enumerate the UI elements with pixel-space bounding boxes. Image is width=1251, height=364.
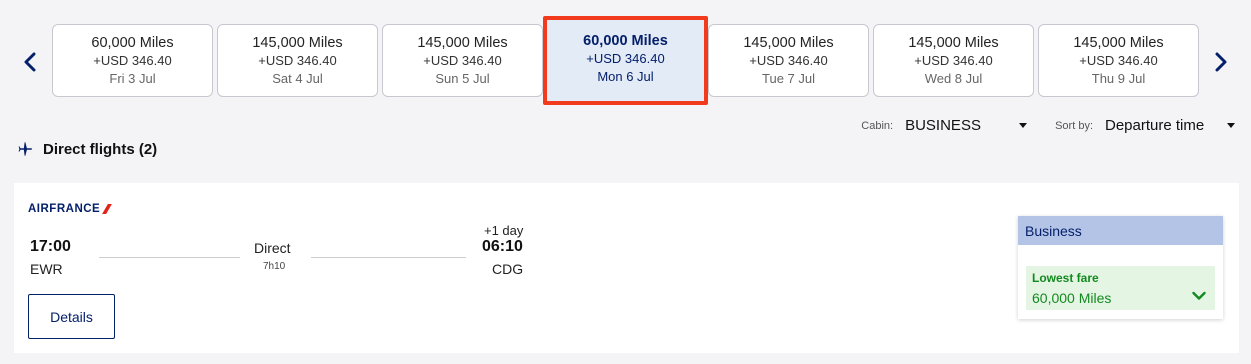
- details-button[interactable]: Details: [28, 294, 115, 339]
- date-card-wed-8-jul[interactable]: 145,000 Miles +USD 346.40 Wed 8 Jul: [873, 24, 1034, 97]
- date-label: Mon 6 Jul: [597, 69, 654, 84]
- route-line: [99, 257, 240, 258]
- chevron-right-icon: [1215, 52, 1227, 72]
- fare-panel: Business Lowest fare 60,000 Miles: [1018, 216, 1223, 319]
- route-line: [311, 257, 466, 258]
- fare-value: 60,000 Miles: [1032, 290, 1112, 306]
- date-card-fri-3-jul[interactable]: 60,000 Miles +USD 346.40 Fri 3 Jul: [52, 24, 213, 97]
- date-card-sat-4-jul[interactable]: 145,000 Miles +USD 346.40 Sat 4 Jul: [217, 24, 378, 97]
- previous-dates-button[interactable]: [20, 48, 40, 76]
- date-card-thu-9-jul[interactable]: 145,000 Miles +USD 346.40 Thu 9 Jul: [1038, 24, 1199, 97]
- date-miles: 145,000 Miles: [252, 35, 343, 51]
- section-title: Direct flights (2): [43, 140, 158, 158]
- fare-cabin-header: Business: [1018, 216, 1223, 245]
- date-label: Sat 4 Jul: [272, 71, 323, 86]
- date-miles: 145,000 Miles: [743, 35, 834, 51]
- date-label: Tue 7 Jul: [762, 71, 815, 86]
- chevron-left-icon: [24, 52, 36, 72]
- date-card-sun-5-jul[interactable]: 145,000 Miles +USD 346.40 Sun 5 Jul: [382, 24, 543, 97]
- date-usd: +USD 346.40: [914, 53, 993, 68]
- date-miles: 145,000 Miles: [417, 35, 508, 51]
- cabin-select[interactable]: BUSINESS: [905, 117, 1028, 134]
- date-usd: +USD 346.40: [749, 53, 828, 68]
- cabin-value: BUSINESS: [905, 117, 981, 134]
- caret-down-icon: [1227, 123, 1235, 128]
- airline-name: AIRFRANCE: [28, 203, 101, 215]
- date-selector: 60,000 Miles +USD 346.40 Fri 3 Jul 145,0…: [52, 16, 1199, 105]
- date-miles: 60,000 Miles: [583, 33, 668, 49]
- airline-logo: AIRFRANCE: [28, 203, 113, 215]
- arrival-airport: CDG: [492, 261, 524, 277]
- date-label: Sun 5 Jul: [435, 71, 490, 86]
- departure-airport: EWR: [30, 261, 63, 277]
- sort-value: Departure time: [1105, 117, 1205, 134]
- lowest-fare-option[interactable]: Lowest fare 60,000 Miles: [1026, 266, 1215, 310]
- date-usd: +USD 346.40: [423, 53, 502, 68]
- next-dates-button[interactable]: [1211, 48, 1231, 76]
- sort-select[interactable]: Departure time: [1105, 117, 1235, 134]
- caret-down-icon: [1019, 123, 1028, 128]
- date-usd: +USD 346.40: [93, 53, 172, 68]
- cabin-label: Cabin:: [861, 119, 894, 132]
- next-day-indicator: +1 day: [484, 223, 524, 238]
- date-label: Thu 9 Jul: [1091, 71, 1146, 86]
- stops-label: Direct: [254, 240, 291, 256]
- chevron-down-icon: [1192, 291, 1206, 300]
- date-usd: +USD 346.40: [258, 53, 337, 68]
- date-miles: 145,000 Miles: [1073, 35, 1164, 51]
- flight-card: AIRFRANCE 17:00 EWR Direct 7h10 +1 day 0…: [14, 183, 1239, 353]
- date-miles: 60,000 Miles: [91, 35, 174, 51]
- date-card-tue-7-jul[interactable]: 145,000 Miles +USD 346.40 Tue 7 Jul: [708, 24, 869, 97]
- date-label: Wed 8 Jul: [924, 71, 983, 86]
- sort-label: Sort by:: [1055, 119, 1093, 132]
- date-miles: 145,000 Miles: [908, 35, 999, 51]
- filter-bar: Cabin: BUSINESS Sort by: Departure time: [861, 117, 1235, 134]
- section-heading: Direct flights (2): [16, 140, 157, 158]
- airline-logo-mark: [102, 204, 113, 214]
- date-label: Fri 3 Jul: [109, 71, 156, 86]
- fare-label: Lowest fare: [1032, 271, 1099, 285]
- date-card-mon-6-jul-selected[interactable]: 60,000 Miles +USD 346.40 Mon 6 Jul: [543, 16, 708, 105]
- arrival-time: 06:10: [482, 238, 523, 255]
- date-usd: +USD 346.40: [1079, 53, 1158, 68]
- airplane-icon: [18, 142, 33, 156]
- flight-duration: 7h10: [263, 261, 286, 272]
- departure-time: 17:00: [30, 238, 71, 255]
- date-usd: +USD 346.40: [586, 51, 665, 66]
